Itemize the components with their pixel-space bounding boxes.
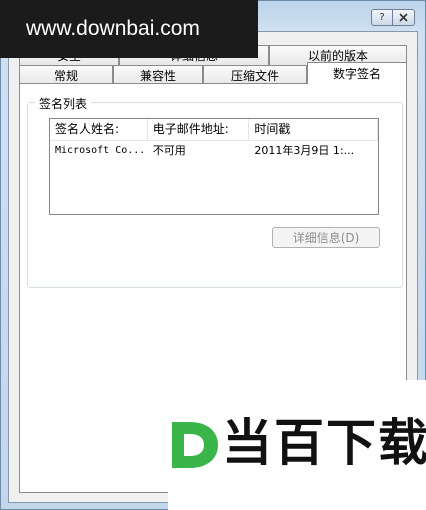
signer-name-cell: Microsoft Co... — [55, 145, 146, 156]
signature-list-label: 签名列表 — [35, 95, 92, 112]
tab-label: 数字签名 — [332, 67, 381, 81]
brand-text: 当百下载 — [222, 414, 426, 472]
email-cell: 不可用 — [152, 144, 186, 157]
tab-general[interactable]: 常规 — [19, 65, 113, 85]
details-button[interactable]: 详细信息(D) — [272, 227, 380, 248]
close-button[interactable] — [393, 9, 415, 26]
list-item[interactable]: Microsoft Co... 不可用 2011年3月9日 1:... — [50, 141, 378, 160]
title-bar-controls: ? — [371, 9, 415, 26]
watermark-url: www.downbai.com — [0, 0, 258, 58]
signature-list[interactable]: 签名人姓名: 电子邮件地址: 时间戳 Microsoft Co... 不可用 2… — [49, 118, 379, 215]
tab-compatibility[interactable]: 兼容性 — [113, 65, 203, 85]
tab-archive[interactable]: 压缩文件 — [203, 65, 307, 85]
tab-label: 压缩文件 — [230, 69, 279, 83]
help-button[interactable]: ? — [371, 9, 393, 26]
column-header-email[interactable]: 电子邮件地址: — [148, 119, 250, 141]
tab-label: 常规 — [53, 69, 78, 83]
question-icon: ? — [379, 11, 385, 23]
watermark-brand: 当百下载 — [168, 380, 426, 510]
list-header: 签名人姓名: 电子邮件地址: 时间戳 — [50, 119, 378, 141]
column-header-signer-name[interactable]: 签名人姓名: — [50, 119, 148, 141]
column-header-timestamp[interactable]: 时间戳 — [249, 119, 378, 141]
close-icon — [399, 13, 408, 22]
timestamp-cell: 2011年3月9日 1:... — [254, 144, 355, 157]
tab-label: 兼容性 — [139, 69, 176, 83]
brand-logo-icon — [172, 422, 218, 468]
tab-digital-signatures[interactable]: 数字签名 — [307, 62, 407, 84]
